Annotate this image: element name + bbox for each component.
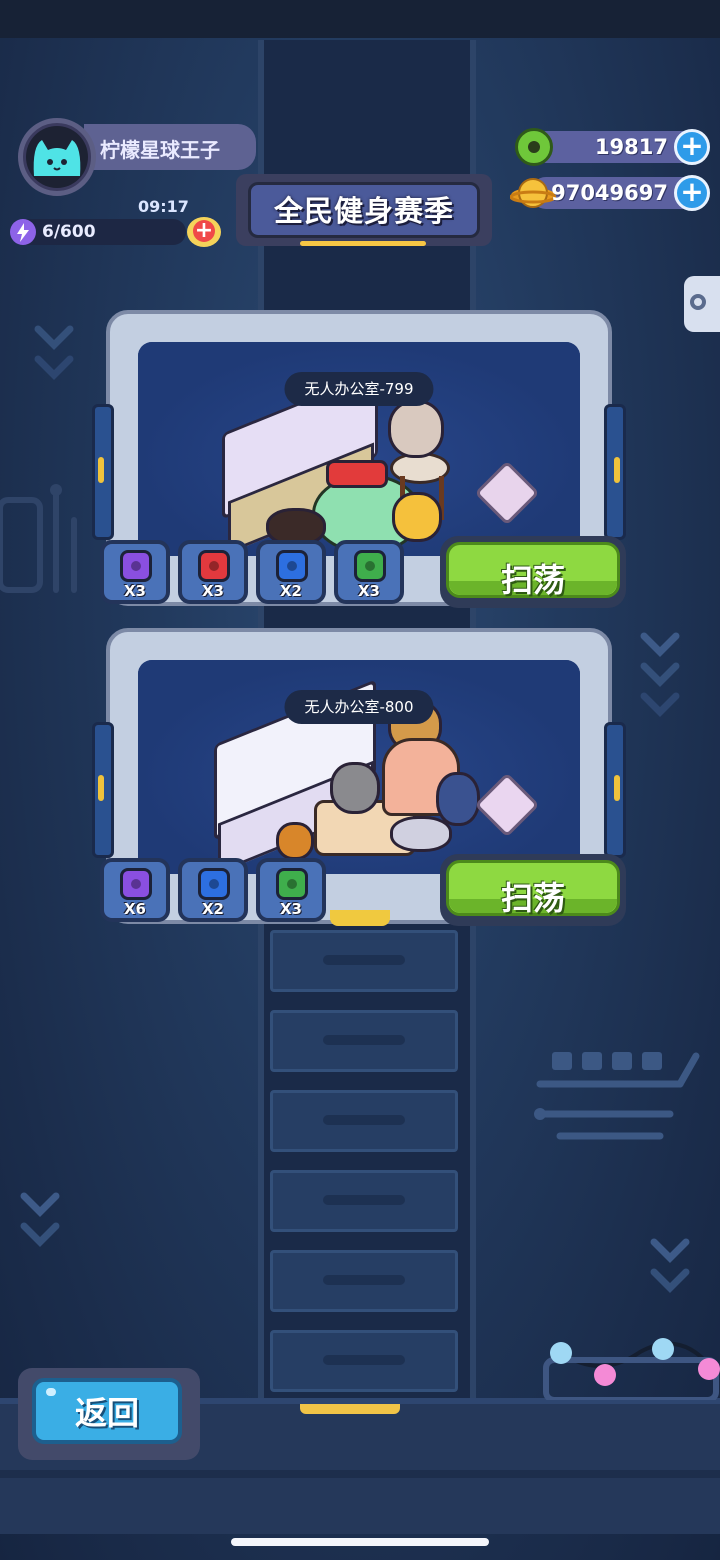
purple-gem-icon [120,550,152,582]
reward-gem-blue[interactable]: X2 [178,858,248,922]
light-bulb [652,1338,674,1360]
reward-quantity: X3 [357,582,380,600]
status-bar-area [0,0,720,38]
string-lights-decoration [543,1341,719,1400]
light-bulb [594,1364,616,1386]
add-donut-button[interactable]: + [674,129,710,165]
reward-gem-red[interactable]: X3 [178,540,248,604]
player-name: 柠檬星球王子 [100,138,220,162]
avatar[interactable] [26,126,88,188]
chevron-down-icon [650,1268,690,1294]
gray-cat-character [330,762,380,814]
reward-gem-green[interactable]: X3 [256,858,326,922]
blue-gem-icon [198,868,230,900]
reward-gem-purple[interactable]: X6 [100,858,170,922]
level-preview: 无人办公室-799 [138,342,580,556]
level-label: 无人办公室-800 [284,690,434,724]
reward-quantity: X2 [279,582,302,600]
pink-cushion [474,772,540,838]
side-panel-tab[interactable] [684,276,720,332]
rail-step [270,1010,458,1072]
lightning-icon [10,219,36,245]
sweep-button-label: 扫荡 [500,561,565,599]
chevron-down-icon [34,325,74,351]
chevron-down-icon [650,1238,690,1264]
pink-cushion [474,460,540,526]
wall-machinery-decoration [534,1052,700,1140]
blue-gem-icon [276,550,308,582]
light-bulb [698,1358,720,1380]
chevron-down-icon [640,632,680,658]
yellow-frog-character [392,492,442,542]
level-preview: 无人办公室-800 [138,660,580,874]
reward-gem-blue[interactable]: X2 [256,540,326,604]
home-indicator[interactable] [231,1538,489,1546]
cat-avatar-icon [33,140,81,176]
reward-gem-purple[interactable]: X3 [100,540,170,604]
chevron-down-icon [20,1222,60,1248]
reward-quantity: X2 [201,900,224,918]
green-gem-icon [354,550,386,582]
energy-bar [10,219,186,245]
orange-creature [276,822,314,860]
season-underline [300,241,426,246]
reward-quantity: X6 [123,900,146,918]
red-gem-icon [198,550,230,582]
chevron-down-icon [640,662,680,688]
rail-marker [300,1404,400,1414]
energy-value: 6/600 [42,222,96,242]
police-character [436,772,480,826]
chevron-down-icon [20,1192,60,1218]
mouse-characters [390,816,452,852]
plus-icon: + [193,218,215,243]
rail-step [270,1090,458,1152]
sweep-button-label: 扫荡 [500,879,565,917]
donut-currency-value: 19817 [594,135,668,159]
coin-currency-value: 97049697 [551,181,668,205]
red-crocodile-toy [326,460,388,488]
rail-step [270,1250,458,1312]
light-bulb [550,1342,572,1364]
chevron-down-icon [640,692,680,718]
add-energy-button[interactable]: + [187,217,221,247]
purple-gem-icon [120,868,152,900]
reward-quantity: X3 [123,582,146,600]
energy-timer: 09:17 [138,197,189,216]
add-coin-button[interactable]: + [674,175,710,211]
clip-icon [690,294,706,310]
reward-quantity: X3 [201,582,224,600]
back-button-label: 返回 [74,1394,139,1432]
rail-step [270,1170,458,1232]
gray-cat-character [388,400,444,458]
rail-step [270,930,458,992]
green-gem-icon [276,868,308,900]
wall-pipe-decoration [0,484,77,593]
level-label: 无人办公室-799 [284,372,434,406]
reward-gem-green[interactable]: X3 [334,540,404,604]
floor-stripe [0,1470,720,1478]
sweep-button[interactable]: 扫荡 [440,536,626,608]
season-title: 全民健身赛季 [273,194,454,228]
rail-step [270,1330,458,1392]
sweep-button[interactable]: 扫荡 [440,854,626,926]
reward-quantity: X3 [279,900,302,918]
back-button[interactable]: 返回 [18,1368,200,1460]
chevron-down-icon [34,355,74,381]
